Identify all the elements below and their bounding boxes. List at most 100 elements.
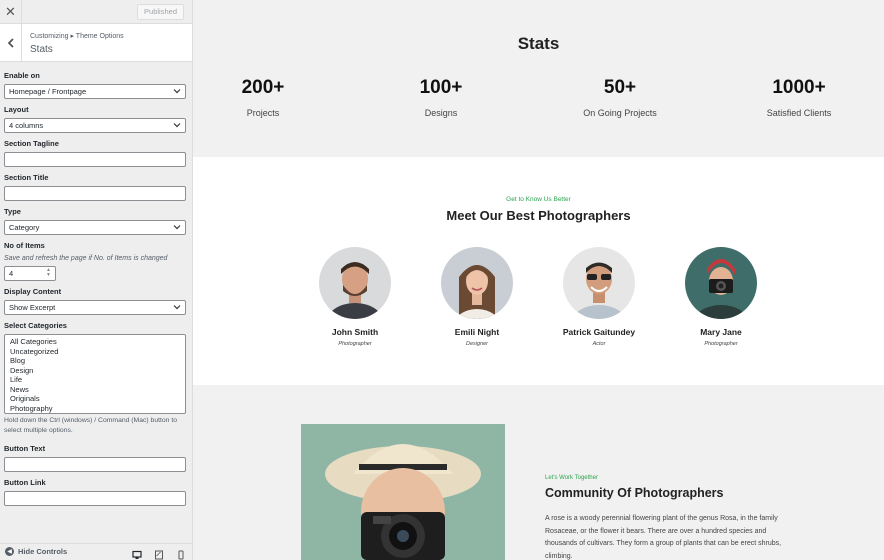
layout-value: 4 columns	[9, 121, 44, 130]
team-member: Emili Night Designer	[422, 247, 532, 347]
device-switcher	[132, 547, 186, 560]
category-option[interactable]: All Categories	[10, 337, 180, 347]
community-title: Community Of Photographers	[545, 486, 724, 500]
customizer-sidebar: ✕ Published Customizing ▸ Theme Options …	[0, 0, 193, 560]
member-name: John Smith	[331, 327, 379, 337]
team-member: Mary Jane Photographer	[666, 247, 776, 347]
member-role: Photographer	[704, 341, 738, 347]
button-text-label: Button Text	[4, 444, 46, 453]
member-role: Actor	[592, 341, 606, 347]
control-button-link: Button Link	[4, 478, 186, 506]
breadcrumb: Customizing ▸ Theme Options	[30, 33, 124, 40]
published-button[interactable]: Published	[137, 4, 184, 20]
stat-item: 50+ On Going Projects	[560, 77, 680, 118]
category-option[interactable]: Design	[10, 366, 180, 376]
display-content-label: Display Content	[4, 287, 62, 296]
tablet-icon[interactable]	[154, 547, 164, 560]
layout-label: Layout	[4, 105, 29, 114]
stat-number: 1000+	[772, 77, 826, 98]
layout-select[interactable]: 4 columns	[4, 118, 186, 133]
control-no-of-items: No of Items Save and refresh the page if…	[4, 241, 186, 281]
stats-title: Stats	[517, 34, 560, 53]
control-section-title: Section Title	[4, 173, 186, 201]
community-photo	[301, 424, 505, 560]
sidebar-footer: ◀ Hide Controls	[0, 543, 192, 560]
desktop-icon[interactable]	[132, 547, 142, 559]
stat-label: On Going Projects	[583, 108, 657, 118]
button-text-input[interactable]	[4, 457, 186, 472]
site-preview: Stats 200+ Projects 100+ Designs 50+ On …	[193, 0, 884, 560]
member-name: Patrick Gaitundey	[562, 327, 636, 337]
display-content-select[interactable]: Show Excerpt	[4, 300, 186, 315]
category-option[interactable]: Uncategorized	[10, 347, 180, 357]
stat-label: Satisfied Clients	[766, 108, 832, 118]
avatar	[563, 247, 635, 319]
team-member: John Smith Photographer	[300, 247, 410, 347]
category-option[interactable]: News	[10, 385, 180, 395]
select-categories-label: Select Categories	[4, 321, 67, 330]
member-name: Mary Jane	[700, 327, 742, 337]
spinner-icon[interactable]: ▲ ▼	[46, 268, 51, 278]
stat-label: Projects	[246, 108, 280, 118]
control-enable-on: Enable on Homepage / Frontpage	[4, 71, 186, 99]
display-content-value: Show Excerpt	[9, 303, 56, 312]
team-title: Meet Our Best Photographers	[446, 208, 631, 223]
mobile-icon[interactable]	[176, 547, 186, 560]
team-tagline: Get to Know Us Better	[506, 196, 571, 203]
stats-section: Stats 200+ Projects 100+ Designs 50+ On …	[193, 0, 884, 157]
no-of-items-label: No of Items	[4, 241, 45, 250]
control-select-categories: Select Categories All Categories Uncateg…	[4, 321, 186, 436]
category-option[interactable]: Blog	[10, 356, 180, 366]
chevron-down-icon	[173, 305, 181, 310]
chevron-down-icon	[173, 225, 181, 230]
category-option[interactable]: Photography	[10, 404, 180, 414]
categories-multiselect[interactable]: All Categories Uncategorized Blog Design…	[4, 334, 186, 414]
section-title: Stats	[30, 44, 53, 55]
chevron-down-icon	[173, 89, 181, 94]
hide-controls-label: Hide Controls	[18, 547, 68, 556]
categories-help: Hold down the Ctrl (windows) / Command (…	[4, 417, 178, 434]
button-link-label: Button Link	[4, 478, 46, 487]
no-of-items-description: Save and refresh the page if No. of Item…	[4, 255, 168, 262]
control-display-content: Display Content Show Excerpt	[4, 287, 186, 315]
member-role: Photographer	[338, 341, 372, 347]
category-option[interactable]: Life	[10, 375, 180, 385]
community-section: Let's Work Together Community Of Photogr…	[193, 385, 884, 560]
no-of-items-input[interactable]: 4 ▲ ▼	[4, 266, 56, 281]
sidebar-topbar: ✕ Published	[0, 0, 192, 24]
member-role: Designer	[465, 341, 488, 347]
collapse-icon: ◀	[5, 547, 14, 556]
avatar	[319, 247, 391, 319]
button-link-input[interactable]	[4, 491, 186, 506]
type-value: Category	[9, 223, 40, 232]
section-tagline-input[interactable]	[4, 152, 186, 167]
section-tagline-label: Section Tagline	[4, 139, 59, 148]
avatar	[441, 247, 513, 319]
stat-item: 200+ Projects	[203, 77, 323, 118]
member-name: Emili Night	[454, 327, 500, 337]
team-section: Get to Know Us Better Meet Our Best Phot…	[193, 157, 884, 385]
controls-panel: Enable on Homepage / Frontpage Layout 4 …	[0, 62, 192, 506]
section-header: Customizing ▸ Theme Options Stats	[0, 24, 192, 62]
stat-item: 1000+ Satisfied Clients	[739, 77, 859, 118]
team-member: Patrick Gaitundey Actor	[544, 247, 654, 347]
stat-number: 200+	[241, 77, 285, 98]
type-label: Type	[4, 207, 21, 216]
control-button-text: Button Text	[4, 444, 186, 472]
back-arrow-icon[interactable]	[0, 24, 22, 61]
category-option[interactable]: Originals	[10, 394, 180, 404]
control-type: Type Category	[4, 207, 186, 235]
stat-number: 50+	[603, 77, 637, 98]
close-icon[interactable]: ✕	[0, 0, 22, 23]
type-select[interactable]: Category	[4, 220, 186, 235]
enable-on-value: Homepage / Frontpage	[9, 87, 87, 96]
section-title-label: Section Title	[4, 173, 49, 182]
stat-item: 100+ Designs	[381, 77, 501, 118]
enable-on-select[interactable]: Homepage / Frontpage	[4, 84, 186, 99]
section-title-input[interactable]	[4, 186, 186, 201]
no-of-items-value: 4	[9, 269, 14, 278]
avatar	[685, 247, 757, 319]
hide-controls-button[interactable]: ◀ Hide Controls	[5, 547, 67, 556]
community-tagline: Let's Work Together	[545, 475, 598, 481]
stat-label: Designs	[424, 108, 458, 118]
